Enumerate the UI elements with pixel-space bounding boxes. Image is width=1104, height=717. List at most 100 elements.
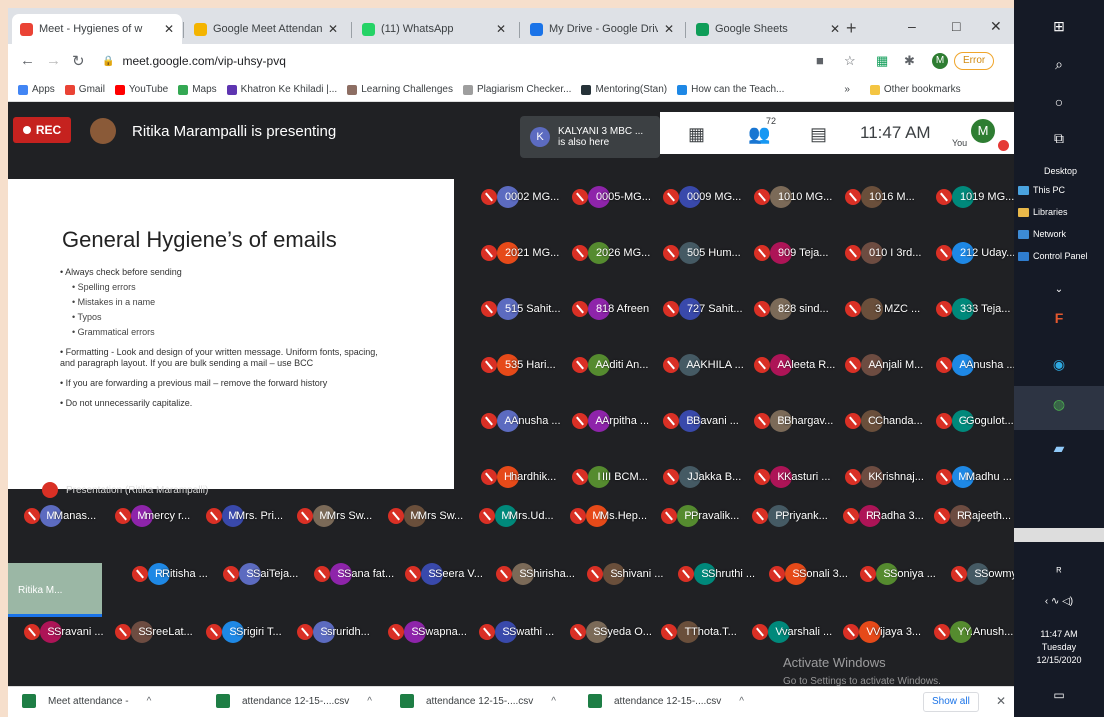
participant-tile[interactable]: A Aleeta R... <box>754 352 835 378</box>
browser-tab[interactable]: Meet - Hygienes of w ✕ <box>12 14 182 44</box>
browser-tab[interactable]: Google Sheets ✕ <box>688 14 848 44</box>
back-icon[interactable]: ← <box>20 52 35 69</box>
close-icon[interactable]: ✕ <box>496 22 506 36</box>
new-tab-icon[interactable]: + <box>846 18 857 39</box>
close-icon[interactable]: ✕ <box>664 22 674 36</box>
download-item[interactable]: attendance 12-15-....csv ^ <box>400 694 556 708</box>
bookmark-item[interactable]: Apps <box>18 84 55 95</box>
close-window-icon[interactable]: ✕ <box>990 18 1002 35</box>
notepad-icon[interactable]: ▰ <box>1014 440 1104 457</box>
participant-tile[interactable]: M Ms.Hep... <box>570 503 647 529</box>
bookmark-item[interactable]: Khatron Ke Khiladi |... <box>226 84 337 95</box>
sheets-extension-icon[interactable]: ▦ <box>876 53 888 69</box>
participant-tile[interactable]: M Mrs.Ud... <box>479 503 554 529</box>
browser-tab[interactable]: My Drive - Google Drive ✕ <box>522 14 682 44</box>
participant-tile[interactable]: P Pravalik... <box>661 503 739 529</box>
participant-tile[interactable]: A Arpitha ... <box>572 408 649 434</box>
participant-tile[interactable]: A Anjali M... <box>845 352 923 378</box>
bookmark-item[interactable]: Maps <box>178 84 217 95</box>
bookmark-item[interactable]: How can the Teach... <box>677 84 784 95</box>
participant-tile[interactable]: 1 019 MG... <box>936 184 1014 210</box>
bookmark-item[interactable]: Plagiarism Checker... <box>462 84 571 95</box>
participant-tile[interactable]: Mmercy r... <box>115 503 190 529</box>
participant-tile[interactable]: A Anusha ... <box>936 352 1014 378</box>
participant-tile[interactable]: M Manas... <box>24 503 96 529</box>
participant-tile[interactable]: 2 12 Uday... <box>936 240 1014 266</box>
bookmark-item[interactable]: Mentoring(Stan) <box>581 84 667 95</box>
participant-tile[interactable]: S Syeda O... <box>570 619 652 645</box>
participant-tile[interactable]: S Srigiri T... <box>206 619 282 645</box>
participant-tile[interactable]: P Priyank... <box>752 503 828 529</box>
participant-tile[interactable]: S Sravani ... <box>24 619 104 645</box>
maximize-icon[interactable]: □ <box>952 18 960 34</box>
star-icon[interactable]: ☆ <box>844 53 856 69</box>
participant-tile[interactable]: Hhardhik... <box>481 464 556 490</box>
forward-icon[interactable]: → <box>46 52 61 69</box>
participant-tile[interactable]: M Madhu ... <box>936 464 1012 490</box>
participant-tile[interactable]: 1 010 MG... <box>754 184 832 210</box>
participant-tile[interactable]: M Mrs. Pri... <box>206 503 283 529</box>
filezilla-icon[interactable]: F <box>1014 310 1104 326</box>
participant-tile[interactable]: M Mrs Sw... <box>388 503 463 529</box>
participant-tile[interactable]: S Sana fat... <box>314 561 394 587</box>
layout-grid-icon[interactable]: ▦ <box>688 124 705 145</box>
bookmarks-overflow-icon[interactable]: » <box>844 84 850 95</box>
notification-icon[interactable]: ▭ <box>1014 688 1104 702</box>
participant-tile[interactable]: 0 009 MG... <box>663 184 741 210</box>
participant-tile[interactable]: S Soniya ... <box>860 561 936 587</box>
scrollbar[interactable] <box>1014 528 1104 542</box>
bookmark-item[interactable]: Gmail <box>64 84 105 95</box>
participant-tile[interactable]: 1 016 M... <box>845 184 915 210</box>
windows-start-icon[interactable]: ⊞ <box>1014 18 1104 35</box>
browser-tab[interactable]: Google Meet Attendance ✕ <box>186 14 346 44</box>
chevron-up-icon[interactable]: ^ <box>367 696 372 707</box>
participant-tile[interactable]: 5 15 Sahit... <box>481 296 561 322</box>
participant-tile[interactable]: 8 28 sind... <box>754 296 829 322</box>
participant-tile[interactable]: I III BCM... <box>572 464 648 490</box>
participant-tile[interactable]: Vvarshali ... <box>752 619 832 645</box>
participant-tile[interactable]: A AKHILA ... <box>663 352 744 378</box>
minimize-icon[interactable]: – <box>908 18 916 34</box>
participant-tile[interactable]: R Ritisha ... <box>132 561 208 587</box>
participant-tile[interactable]: J Jakka B... <box>663 464 741 490</box>
self-view[interactable]: Ritika M... <box>8 563 102 617</box>
search-icon[interactable]: ⌕ <box>1014 56 1104 73</box>
participant-tile[interactable]: Sshivani ... <box>587 561 663 587</box>
chrome-icon[interactable]: ◍ <box>1014 396 1104 413</box>
participant-tile[interactable]: Ssruridh... <box>297 619 370 645</box>
participant-tile[interactable]: S SaiTeja... <box>223 561 298 587</box>
participant-tile[interactable]: R Radha 3... <box>843 503 924 529</box>
person-icon[interactable]: ᴿ <box>1014 566 1104 578</box>
tray-clock[interactable]: 11:47 AM Tuesday 12/15/2020 <box>1014 628 1104 667</box>
address-bar[interactable]: 🔒 meet.google.com/vip-uhsy-pvq <box>102 50 730 72</box>
tray-icons[interactable]: ‹ ∿ ◁) <box>1014 596 1104 607</box>
participant-tile[interactable]: Y Y.Anush... <box>934 619 1013 645</box>
chat-icon[interactable]: ▤ <box>810 124 827 145</box>
participant-tile[interactable]: 0 10 I 3rd... <box>845 240 921 266</box>
participant-tile[interactable]: M Mrs Sw... <box>297 503 372 529</box>
camera-icon[interactable]: ■ <box>816 53 824 68</box>
participant-tile[interactable]: 9 09 Teja... <box>754 240 828 266</box>
participant-tile[interactable]: 8 18 Afreen <box>572 296 649 322</box>
people-icon[interactable]: 👥 <box>748 124 770 145</box>
participant-tile[interactable]: S Swathi ... <box>479 619 554 645</box>
download-item[interactable]: Meet attendance - ^ <box>22 694 151 708</box>
bookmark-item[interactable]: YouTube <box>114 84 168 95</box>
download-item[interactable]: attendance 12-15-....csv ^ <box>588 694 744 708</box>
extensions-icon[interactable]: ✱ <box>904 53 915 69</box>
participant-tile[interactable]: B Bavani ... <box>663 408 739 434</box>
close-icon[interactable]: ✕ <box>164 22 174 36</box>
chevron-up-icon[interactable]: ^ <box>739 696 744 707</box>
participant-tile[interactable]: S Seera V... <box>405 561 483 587</box>
participant-tile[interactable]: S Sonali 3... <box>769 561 848 587</box>
participant-tile[interactable]: K Kasturi ... <box>754 464 830 490</box>
bookmark-item[interactable]: Learning Challenges <box>347 84 453 95</box>
edge-icon[interactable]: ◉ <box>1014 356 1104 373</box>
participant-tile[interactable]: 3 33 Teja... <box>936 296 1010 322</box>
also-here-card[interactable]: K KALYANI 3 MBC ... is also here <box>520 116 660 158</box>
participant-tile[interactable]: A Aditi An... <box>572 352 648 378</box>
show-all-button[interactable]: Show all <box>923 692 979 712</box>
participant-tile[interactable]: S Shruthi ... <box>678 561 755 587</box>
download-item[interactable]: attendance 12-15-....csv ^ <box>216 694 372 708</box>
participant-tile[interactable]: B Bhargav... <box>754 408 833 434</box>
